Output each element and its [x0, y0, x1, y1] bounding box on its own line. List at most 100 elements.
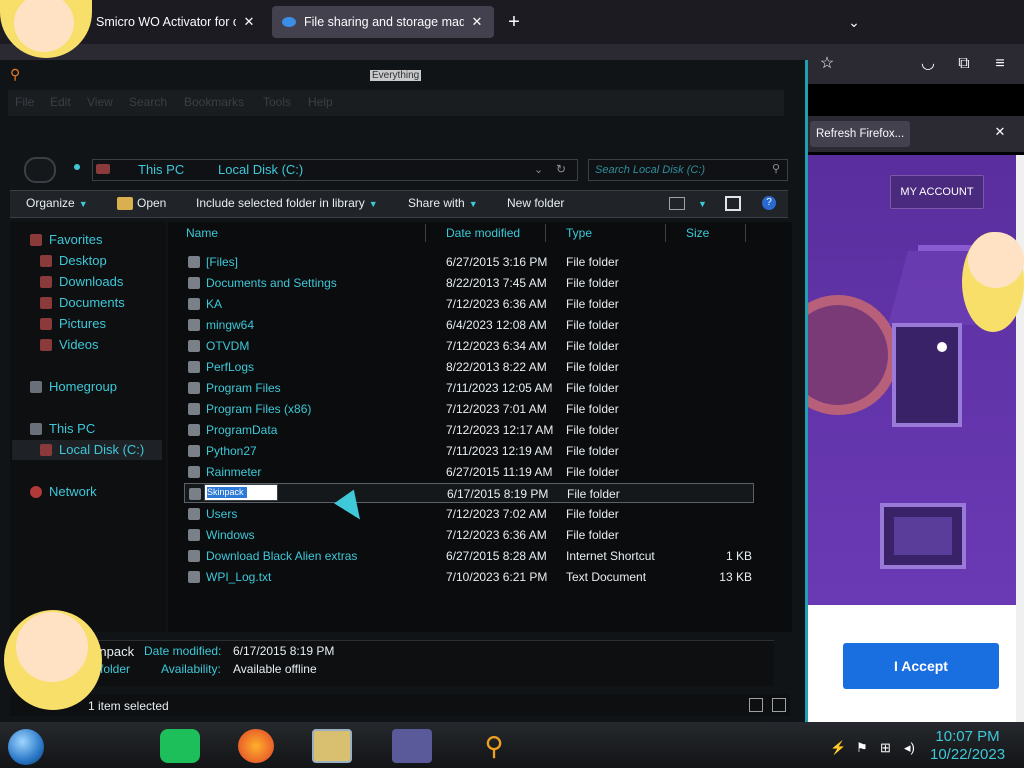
menu-bookmarks[interactable]: Bookmarks: [184, 95, 244, 109]
table-row[interactable]: ProgramData 7/12/2023 12:17 AM File folder: [184, 420, 754, 440]
table-row[interactable]: [Files] 6/27/2015 3:16 PM File folder: [184, 252, 754, 272]
menu-search[interactable]: Search: [129, 95, 167, 109]
nav-local-disk[interactable]: Local Disk (C:): [40, 442, 144, 457]
organize-button[interactable]: Organize ▼: [26, 196, 88, 210]
dropdown-arrow-icon: ▼: [368, 199, 378, 209]
chevron-down-icon[interactable]: ⌄: [844, 10, 864, 34]
new-tab-button[interactable]: +: [504, 10, 524, 34]
close-icon[interactable]: ✕: [992, 124, 1008, 140]
table-row[interactable]: Windows 7/12/2023 6:36 AM File folder: [184, 525, 754, 545]
flag-icon[interactable]: ⚑: [856, 740, 868, 756]
file-date: 7/11/2023 12:19 AM: [446, 444, 553, 458]
tab-activator[interactable]: Smicro WO Activator for offi ✕: [86, 6, 266, 38]
file-date: 7/12/2023 6:34 AM: [446, 339, 547, 353]
menu-edit[interactable]: Edit: [50, 95, 71, 109]
accept-button[interactable]: I Accept: [843, 643, 999, 689]
nav-desktop[interactable]: Desktop: [40, 253, 107, 268]
details-date-label: Date modified:: [144, 644, 222, 658]
table-row[interactable]: OTVDM 7/12/2023 6:34 AM File folder: [184, 336, 754, 356]
table-row[interactable]: Users 7/12/2023 7:02 AM File folder: [184, 504, 754, 524]
details-view-icon[interactable]: [749, 698, 763, 712]
preview-pane-icon[interactable]: [725, 196, 741, 211]
table-row[interactable]: Program Files (x86) 7/12/2023 7:01 AM File…: [184, 399, 754, 419]
rename-selection: Skinpack: [207, 487, 247, 498]
table-row[interactable]: mingw64 6/4/2023 12:08 AM File folder: [184, 315, 754, 335]
menu-help[interactable]: Help: [308, 95, 333, 109]
close-icon[interactable]: ✕: [242, 14, 256, 30]
back-button[interactable]: [24, 157, 56, 183]
star-icon: [30, 233, 42, 246]
folder-icon: [188, 277, 200, 289]
pocket-icon[interactable]: ◡: [916, 52, 940, 76]
search-icon[interactable]: ⚲: [772, 162, 780, 175]
file-name: KA: [206, 297, 223, 311]
refresh-firefox-button[interactable]: Refresh Firefox...: [810, 121, 910, 147]
file-date: 8/22/2013 8:22 AM: [446, 360, 547, 374]
nav-homegroup[interactable]: Homegroup: [30, 379, 117, 394]
star-icon[interactable]: ☆: [815, 52, 839, 76]
breadcrumb-local-disk[interactable]: Local Disk (C:): [218, 162, 303, 177]
help-icon[interactable]: ?: [762, 196, 776, 210]
nav-downloads[interactable]: Downloads: [40, 274, 123, 289]
close-icon[interactable]: ✕: [470, 14, 484, 30]
view-options-icon[interactable]: [669, 197, 685, 210]
table-row[interactable]: Download Black Alien extras 6/27/2015 8:2…: [184, 546, 754, 566]
file-name: ProgramData: [206, 423, 278, 437]
rename-input[interactable]: Skinpack: [204, 484, 278, 501]
nav-documents[interactable]: Documents: [40, 295, 125, 310]
table-row[interactable]: Rainmeter 6/27/2015 11:19 AM File folder: [184, 462, 754, 482]
window-switcher-icon[interactable]: [392, 729, 432, 763]
file-name: Windows: [206, 528, 255, 542]
column-type[interactable]: Type: [562, 224, 666, 242]
refresh-icon[interactable]: ↻: [556, 162, 566, 176]
file-size: 1 KB: [725, 549, 752, 563]
forward-icon[interactable]: [74, 164, 80, 170]
table-row[interactable]: Python27 7/11/2023 12:19 AM File folder: [184, 441, 754, 461]
file-type: File folder: [566, 297, 619, 311]
table-row[interactable]: PerfLogs 8/22/2013 8:22 AM File folder: [184, 357, 754, 377]
file-explorer-icon[interactable]: [312, 729, 352, 763]
table-row[interactable]: Documents and Settings 8/22/2013 7:45 AM F…: [184, 273, 754, 293]
column-name[interactable]: Name: [182, 224, 426, 242]
nav-pictures[interactable]: Pictures: [40, 316, 106, 331]
include-in-library-button[interactable]: Include selected folder in library ▼: [196, 196, 378, 210]
network-tray-icon[interactable]: ⊞: [880, 740, 891, 756]
menu-view[interactable]: View: [87, 95, 113, 109]
search-input[interactable]: Search Local Disk (C:): [588, 159, 788, 181]
character-sticker-top: [0, 0, 92, 58]
dropdown-arrow-icon: ▼: [468, 199, 478, 209]
notes-app-icon[interactable]: [160, 729, 200, 763]
open-button[interactable]: Open: [137, 196, 166, 210]
folder-icon: [188, 529, 200, 541]
extensions-icon[interactable]: ⧉: [952, 52, 976, 76]
menu-tools[interactable]: Tools: [263, 95, 291, 109]
tab-file-sharing[interactable]: File sharing and storage made s ✕: [272, 6, 494, 38]
new-folder-button[interactable]: New folder: [507, 196, 564, 210]
table-row[interactable]: Program Files 7/11/2023 12:05 AM File fold…: [184, 378, 754, 398]
column-date-modified[interactable]: Date modified: [442, 224, 546, 242]
firefox-icon[interactable]: [238, 729, 274, 763]
breadcrumb-this-pc[interactable]: This PC: [138, 162, 184, 177]
search-icon[interactable]: ⚲: [474, 729, 514, 763]
file-date: 7/12/2023 6:36 AM: [446, 297, 547, 311]
nav-videos[interactable]: Videos: [40, 337, 99, 352]
update-icon[interactable]: ⚡: [830, 740, 846, 756]
table-row[interactable]: KA 7/12/2023 6:36 AM File folder: [184, 294, 754, 314]
view-dropdown-arrow-icon[interactable]: ▼: [694, 196, 707, 210]
menu-file[interactable]: File: [15, 95, 34, 109]
menu-icon[interactable]: ≡: [988, 52, 1012, 76]
share-with-button[interactable]: Share with ▼: [408, 196, 478, 210]
nav-network[interactable]: Network: [30, 484, 97, 499]
column-size[interactable]: Size: [682, 224, 746, 242]
large-icons-view-icon[interactable]: [772, 698, 786, 712]
clock[interactable]: 10:07 PM 10/22/2023: [930, 728, 1005, 764]
start-button[interactable]: [8, 729, 44, 765]
nav-this-pc[interactable]: This PC: [30, 421, 95, 436]
file-type: File folder: [567, 487, 620, 501]
volume-icon[interactable]: ◂): [904, 740, 915, 756]
table-row[interactable]: WPI_Log.txt 7/10/2023 6:21 PM Text Documen…: [184, 567, 754, 587]
my-account-button[interactable]: MY ACCOUNT: [890, 175, 984, 209]
menu-bar: [8, 90, 784, 116]
nav-favorites[interactable]: Favorites: [30, 232, 102, 247]
chevron-down-icon[interactable]: ⌄: [534, 163, 543, 176]
